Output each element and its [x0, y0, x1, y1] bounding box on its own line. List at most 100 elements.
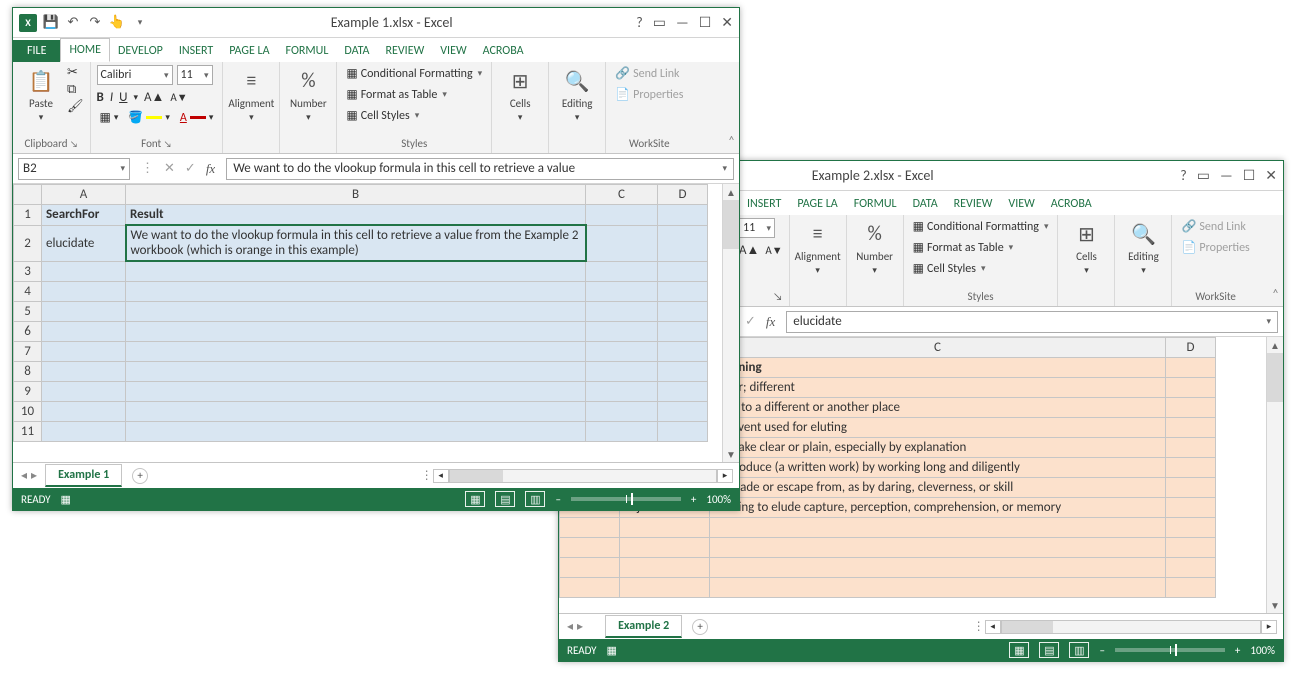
number-button[interactable]: %Number▾	[853, 218, 897, 276]
name-box[interactable]: B2	[18, 158, 130, 180]
editing-button[interactable]: 🔍 Editing ▾	[555, 65, 599, 123]
macro-icon[interactable]: ▦	[61, 493, 71, 506]
cell-c2[interactable]: other; different	[710, 378, 1166, 398]
fx-icon[interactable]: fx	[206, 161, 215, 177]
horizontal-scrollbar[interactable]: ⋮ ◂ ▸	[714, 619, 1277, 634]
tab-insert[interactable]: INSERT	[739, 193, 789, 215]
tab-formulas[interactable]: FORMUL	[278, 40, 337, 62]
page-break-view-icon[interactable]: ▥	[525, 491, 545, 507]
zoom-level[interactable]: 100%	[706, 493, 731, 506]
maximize-icon[interactable]: ☐	[1243, 167, 1256, 184]
help-icon[interactable]: ?	[636, 14, 643, 31]
col-header-d[interactable]: D	[658, 185, 708, 205]
macro-icon[interactable]: ▦	[607, 644, 617, 657]
maximize-icon[interactable]: ☐	[699, 14, 712, 31]
font-name-combo[interactable]: Calibri	[97, 65, 173, 85]
cell-b2[interactable]: We want to do the vlookup formula in thi…	[126, 225, 586, 261]
cell-c2[interactable]	[586, 225, 658, 261]
close-icon[interactable]: ✕	[1265, 167, 1277, 184]
editing-button[interactable]: 🔍Editing▾	[1121, 218, 1165, 276]
cell-styles-button[interactable]: ▦ Cell Styles	[910, 260, 1052, 277]
row-header-7[interactable]: 7	[14, 341, 42, 361]
row-header-3[interactable]: 3	[14, 261, 42, 281]
hscroll-left-icon[interactable]: ◂	[433, 469, 449, 483]
tab-nav-next-icon[interactable]: ▸	[31, 468, 37, 483]
vertical-scrollbar[interactable]: ▲ ▼	[722, 184, 739, 462]
normal-view-icon[interactable]: ▦	[1009, 642, 1029, 658]
row-header-8[interactable]: 8	[14, 361, 42, 381]
select-all-corner[interactable]	[14, 185, 42, 205]
touch-icon[interactable]: 👆	[109, 15, 125, 31]
number-button[interactable]: % Number ▾	[286, 65, 330, 123]
cut-icon[interactable]: ✂	[67, 65, 84, 80]
italic-button[interactable]: I	[110, 90, 113, 105]
scroll-up-icon[interactable]: ▲	[1270, 337, 1280, 353]
format-as-table-button[interactable]: ▦ Format as Table	[343, 86, 485, 103]
col-header-d[interactable]: D	[1166, 338, 1216, 358]
cell-c1[interactable]	[586, 205, 658, 226]
normal-view-icon[interactable]: ▦	[465, 491, 485, 507]
row-header-5[interactable]: 5	[14, 301, 42, 321]
alignment-button[interactable]: ≡ Alignment ▾	[229, 65, 273, 123]
page-break-view-icon[interactable]: ▥	[1069, 642, 1089, 658]
format-painter-icon[interactable]: 🖌	[67, 99, 84, 114]
cell-c1[interactable]: Meaning	[710, 358, 1166, 378]
zoom-out-icon[interactable]: –	[555, 493, 560, 506]
cell-c5[interactable]: to make clear or plain, especially by ex…	[710, 438, 1166, 458]
hscroll-right-icon[interactable]: ▸	[1261, 620, 1277, 634]
enter-icon[interactable]: ✓	[185, 161, 196, 176]
cell-a1[interactable]: SearchFor	[42, 205, 126, 226]
conditional-formatting-button[interactable]: ▦ Conditional Formatting	[910, 218, 1052, 235]
ribbon-options-icon[interactable]: ▭	[1197, 167, 1210, 184]
cell-c3[interactable]: in or to a different or another place	[710, 398, 1166, 418]
paste-button[interactable]: 📋 Paste ▾	[19, 65, 63, 123]
vertical-scrollbar[interactable]: ▲ ▼	[1266, 337, 1283, 613]
enter-icon[interactable]: ✓	[745, 314, 756, 329]
tab-data[interactable]: DATA	[905, 193, 946, 215]
zoom-in-icon[interactable]: +	[691, 493, 696, 506]
tab-data[interactable]: DATA	[336, 40, 377, 62]
zoom-level[interactable]: 100%	[1250, 644, 1275, 657]
borders-button[interactable]: ▦▾	[97, 109, 122, 126]
col-header-c[interactable]: C	[710, 338, 1166, 358]
cell-c4[interactable]: a solvent used for eluting	[710, 418, 1166, 438]
hscroll-right-icon[interactable]: ▸	[717, 469, 733, 483]
cancel-icon[interactable]: ✕	[164, 161, 175, 176]
increase-font-icon[interactable]: A▲	[739, 242, 759, 258]
row-header-6[interactable]: 6	[14, 321, 42, 341]
row-header-9[interactable]: 9	[14, 381, 42, 401]
tab-nav-prev-icon[interactable]: ◂	[21, 468, 27, 483]
tab-page-layout[interactable]: PAGE LA	[789, 193, 845, 215]
fx-icon[interactable]: fx	[766, 314, 775, 330]
collapse-ribbon-icon[interactable]: ˄	[728, 134, 735, 149]
col-header-b[interactable]: B	[126, 185, 586, 205]
tab-insert[interactable]: INSERT	[171, 40, 221, 62]
new-sheet-button[interactable]: +	[692, 619, 708, 635]
row-header-4[interactable]: 4	[14, 281, 42, 301]
page-layout-view-icon[interactable]: ▤	[495, 491, 515, 507]
col-header-c[interactable]: C	[586, 185, 658, 205]
row-header-11[interactable]: 11	[14, 421, 42, 441]
tab-develop[interactable]: DEVELOP	[110, 40, 171, 62]
col-header-a[interactable]: A	[42, 185, 126, 205]
copy-icon[interactable]: ⧉	[67, 82, 84, 97]
cell-a2[interactable]: elucidate	[42, 225, 126, 261]
new-sheet-button[interactable]: +	[132, 468, 148, 484]
spreadsheet-grid[interactable]: A B C D 1 SearchFor Result 2 elucidate W…	[13, 184, 708, 442]
conditional-formatting-button[interactable]: ▦ Conditional Formatting	[343, 65, 485, 82]
save-icon[interactable]: 💾	[43, 15, 59, 31]
alignment-button[interactable]: ≡Alignment▾	[796, 218, 840, 276]
zoom-slider[interactable]	[571, 497, 681, 501]
decrease-font-icon[interactable]: A▼	[765, 244, 782, 257]
format-as-table-button[interactable]: ▦ Format as Table	[910, 239, 1052, 256]
close-icon[interactable]: ✕	[721, 14, 733, 31]
tab-acrobat[interactable]: ACROBA	[475, 40, 532, 62]
cell-b1[interactable]: Result	[126, 205, 586, 226]
tab-file[interactable]: FILE	[13, 40, 60, 62]
underline-button[interactable]: U	[119, 90, 127, 105]
row-header-10[interactable]: 10	[14, 401, 42, 421]
scroll-down-icon[interactable]: ▼	[1270, 597, 1280, 613]
tab-review[interactable]: REVIEW	[946, 193, 1001, 215]
formula-input[interactable]: elucidate	[786, 311, 1278, 333]
scroll-down-icon[interactable]: ▼	[726, 446, 736, 462]
